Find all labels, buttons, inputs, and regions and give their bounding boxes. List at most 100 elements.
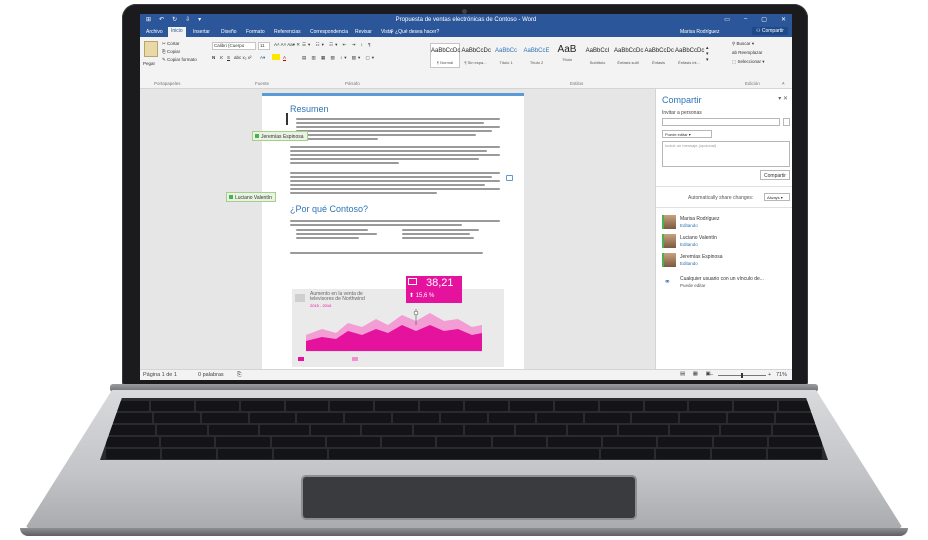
keyboard-key	[441, 413, 487, 423]
tab-archivo[interactable]: Archivo	[143, 28, 166, 36]
avatar	[662, 253, 676, 267]
style-name: Énfasis sutil	[617, 60, 639, 65]
style-name: Título	[561, 57, 572, 62]
ribbon: Pegar ✂ Cortar ⎘ Copiar ✎ Copiar formato…	[140, 37, 792, 89]
text-effects-icon[interactable]: A▾	[260, 55, 265, 61]
tab-inicio[interactable]: Inicio	[168, 27, 186, 37]
font-size-select[interactable]: 11	[258, 42, 270, 50]
page-count[interactable]: Página 1 de 1	[143, 372, 177, 378]
keyboard-key	[618, 425, 669, 435]
comment-icon[interactable]	[506, 175, 513, 181]
message-input[interactable]: Incluir un mensaje (opcional)	[662, 141, 790, 167]
select-button[interactable]: ⬚ Seleccionar ▾	[732, 59, 765, 65]
heading-por-que-contoso: ¿Por qué Contoso?	[290, 204, 369, 214]
permission-select[interactable]: Puede editar ▾	[662, 130, 712, 138]
keyboard-key	[492, 437, 546, 447]
keyboard-key	[106, 425, 156, 435]
style-item[interactable]: AaBbCcDc ¶ Normal	[430, 43, 460, 68]
find-button[interactable]: ⚲ Buscar ▾	[732, 41, 754, 47]
strikethrough-button[interactable]: abc x₂ x²	[234, 55, 252, 60]
keyboard-key	[375, 401, 419, 411]
style-item[interactable]: AaBbCcDc ¶ Sin espa...	[461, 43, 491, 68]
copy-button[interactable]: ⎘ Copiar	[162, 49, 180, 54]
person-status: Editando	[680, 223, 698, 228]
zoom-thumb[interactable]	[741, 373, 743, 378]
format-painter-button[interactable]: ✎ Copiar formato	[162, 57, 197, 63]
font-color-icon[interactable]: A	[283, 55, 286, 60]
keyboard-key	[689, 401, 733, 411]
paste-icon[interactable]	[144, 41, 158, 57]
replace-button[interactable]: ab Reemplazar	[732, 50, 763, 55]
auto-share-select[interactable]: Always ▾	[764, 193, 790, 201]
align-buttons-icon[interactable]: ▤ ▥ ▦ ▧ ↕▾ ▨▾ ▢▾	[302, 55, 376, 61]
group-estilos: Estilos	[570, 81, 584, 86]
chart-marker	[413, 310, 419, 316]
zoom-level[interactable]: 71%	[776, 372, 787, 378]
person-marisa[interactable]: Marisa Rodríguez Editando	[662, 215, 788, 231]
divider-2	[656, 207, 792, 208]
bold-button[interactable]: N	[212, 55, 215, 60]
keyboard-key	[547, 437, 602, 447]
tab-formato[interactable]: Formato	[243, 28, 268, 36]
group-edicion: Edición	[745, 81, 760, 86]
style-item[interactable]: AaBbCcDc Énfasis	[644, 43, 674, 68]
style-item[interactable]: AaBbCcI Subtítulo	[583, 43, 613, 68]
ribbon-display-icon[interactable]: ▭	[724, 16, 730, 23]
invite-input[interactable]	[662, 118, 780, 126]
keyboard-key	[311, 425, 361, 435]
style-item[interactable]: AaBbCc Título 1	[491, 43, 521, 68]
auto-share-label: Automatically share changes:	[688, 195, 754, 201]
collapse-ribbon-icon[interactable]: ˄	[782, 81, 785, 86]
keyboard-key	[680, 413, 727, 423]
tab-insertar[interactable]: Insertar	[190, 28, 213, 36]
underline-button[interactable]: S	[227, 55, 230, 60]
italic-button[interactable]: K	[220, 55, 223, 60]
zoom-in-icon[interactable]: +	[768, 372, 771, 378]
zoom-out-icon[interactable]: –	[710, 372, 713, 378]
person-name: Marisa Rodríguez	[680, 216, 720, 222]
tell-me-box[interactable]: ⚲ ¿Qué desea hacer?	[390, 29, 439, 35]
style-sample: AaBbCcDc	[461, 48, 491, 54]
keyboard-key	[393, 413, 440, 423]
list-buttons-icon[interactable]: ☰▾ ☷▾ ☶▾ ⇤ ⇥ ↕ ¶	[302, 42, 373, 48]
close-icon[interactable]: ✕	[781, 16, 786, 23]
tab-diseno[interactable]: Diseño	[218, 28, 240, 36]
style-item[interactable]: AaBbCcE Título 2	[522, 43, 552, 68]
user-name[interactable]: Marisa Rodríguez	[680, 29, 719, 35]
style-item[interactable]: AaB Título	[552, 43, 582, 68]
word-count[interactable]: 0 palabras	[198, 372, 224, 378]
keyboard-key	[195, 401, 239, 411]
highlight-icon[interactable]	[272, 54, 280, 60]
style-item[interactable]: AaBbCcDc Énfasis int...	[674, 43, 704, 68]
maximize-icon[interactable]: ▢	[761, 16, 767, 23]
share-submit-button[interactable]: Compartir	[760, 170, 790, 180]
tab-correspondencia[interactable]: Correspondencia	[307, 28, 351, 36]
font-name-select[interactable]: Calibri (Cuerpo	[212, 42, 256, 50]
address-book-icon[interactable]	[783, 118, 790, 126]
proofing-icon[interactable]: ⎘	[237, 372, 241, 379]
keyboard-key	[330, 401, 374, 411]
share-button-top[interactable]: ⚇ Compartir	[752, 27, 788, 35]
view-buttons-icon[interactable]: ▤ ▦ ▣	[680, 371, 714, 377]
keyboard-key	[768, 437, 823, 447]
styles-more-icon[interactable]: ▴ ▾ ▾	[706, 45, 709, 63]
keyboard-key	[772, 425, 822, 435]
tab-revisar[interactable]: Revisar	[352, 28, 375, 36]
paste-button[interactable]: Pegar	[143, 61, 155, 66]
pane-options-icon[interactable]: ▾ ✕	[778, 95, 788, 102]
minimize-icon[interactable]: –	[744, 16, 747, 23]
style-item[interactable]: AaBbCcDc Énfasis sutil	[613, 43, 643, 68]
chart-svg	[298, 309, 482, 361]
cut-button[interactable]: ✂ Cortar	[162, 41, 180, 47]
person-luciano[interactable]: Luciano Valentín Editando	[662, 234, 788, 250]
person-jeremias[interactable]: Jeremías Espinosa Editando	[662, 253, 788, 269]
person-status: Editando	[680, 242, 698, 247]
share-pane: Compartir ▾ ✕ Invitar a personas Puede e…	[655, 89, 792, 369]
keyboard-key	[161, 437, 215, 447]
sales-chart[interactable]: Aumento en la venta de televisores de No…	[292, 289, 504, 367]
link-access[interactable]: ⚭ Cualquier usuario con un vínculo de...…	[662, 275, 788, 291]
group-parrafo: Párrafo	[345, 81, 360, 86]
tab-referencias[interactable]: Referencias	[271, 28, 304, 36]
style-sample: AaBbCcE	[523, 48, 550, 54]
font-grow-icon[interactable]: A˄ A˅ Aa▾ ✕	[274, 42, 300, 48]
